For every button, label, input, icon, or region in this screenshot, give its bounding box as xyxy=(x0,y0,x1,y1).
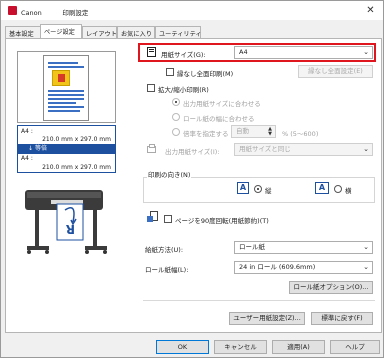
close-icon[interactable]: ✕ xyxy=(364,4,377,17)
preview-paper xyxy=(43,55,89,121)
printer-illustration-icon: R xyxy=(17,178,116,259)
roll-options-button[interactable]: ロール紙オプション(O)... xyxy=(289,281,373,294)
divider xyxy=(143,300,375,301)
landscape-label: 横 xyxy=(345,187,352,195)
printer-app-icon xyxy=(8,6,17,15)
preview-text-line xyxy=(48,66,84,68)
preview-text-line xyxy=(48,90,84,92)
output-size-select[interactable]: 用紙サイズと同じ ⌄ xyxy=(234,143,373,156)
output-size-label: 出力用紙サイズ(I): xyxy=(165,148,220,156)
preview-text-line xyxy=(48,102,76,104)
scaling-label: 拡大/縮小印刷(R) xyxy=(158,86,209,94)
scale-unit-label: % (5～600) xyxy=(282,130,319,138)
roll-width-label: ロール紙幅(L): xyxy=(145,266,189,274)
paper-size-summary: A4 : 210.0 mm x 297.0 mm ↓ 等倍 A4 : 210.0… xyxy=(17,125,116,173)
rotate90-checkbox[interactable] xyxy=(164,215,172,223)
tab-layout[interactable]: レイアウト xyxy=(82,26,117,38)
source-size-name: A4 : xyxy=(21,128,33,135)
roll-width-value: 24 in ロール (609.6mm) xyxy=(239,263,316,271)
cancel-button[interactable]: キャンセル xyxy=(214,340,267,354)
borderless-label: 縁なし全面印刷(M) xyxy=(177,70,234,78)
rotate90-label: ページを90度回転(用紙節約)(T) xyxy=(175,217,269,225)
output-size-name: A4 : xyxy=(21,155,33,162)
tab-favorites[interactable]: お気に入り xyxy=(117,26,155,38)
portrait-label: 縦 xyxy=(265,187,272,195)
print-settings-window: Canon 印刷設定 ✕ 基本設定 ページ設定 レイアウト お気に入り ユーティ… xyxy=(0,0,384,358)
preview-text-line xyxy=(48,98,84,100)
fit-roll-width-radio[interactable] xyxy=(172,113,180,121)
page-size-select[interactable]: A4 ⌄ xyxy=(234,46,373,59)
orientation-legend: 印刷の向き(N) xyxy=(147,169,192,179)
help-button[interactable]: ヘルプ xyxy=(330,340,380,354)
chevron-down-icon: ⌄ xyxy=(363,145,369,153)
fit-output-size-label: 出力用紙サイズに合わせる xyxy=(183,100,261,108)
arrow-down-icon: ↓ xyxy=(28,145,35,152)
output-size-dims: 210.0 mm x 297.0 mm xyxy=(42,164,111,171)
roll-width-select[interactable]: 24 in ロール (609.6mm) ⌄ xyxy=(234,261,373,274)
specify-scale-radio[interactable] xyxy=(172,128,180,136)
borderless-checkbox[interactable] xyxy=(166,68,174,76)
scale-band: ↓ 等倍 xyxy=(18,144,115,154)
specify-scale-label: 倍率を指定する xyxy=(183,130,229,138)
svg-text:R: R xyxy=(66,222,75,236)
preview-image-icon xyxy=(52,70,70,86)
preview-text-line xyxy=(48,106,84,108)
chevron-down-icon: ⌄ xyxy=(363,48,369,56)
source-size-dims: 210.0 mm x 297.0 mm xyxy=(42,136,111,143)
title-bar: Canon 印刷設定 ✕ xyxy=(1,1,383,20)
landscape-icon: A xyxy=(315,182,329,194)
chevron-down-icon: ⌄ xyxy=(363,243,369,251)
tab-basic[interactable]: 基本設定 xyxy=(5,26,41,38)
preview-text-line xyxy=(48,62,78,64)
page-size-icon xyxy=(146,47,158,58)
window-title: Canon 印刷設定 xyxy=(21,9,89,17)
scale-spinner[interactable]: 自動 ▲ ▼ xyxy=(231,125,276,138)
tab-strip: 基本設定 ページ設定 レイアウト お気に入り ユーティリティ xyxy=(5,23,383,38)
portrait-radio[interactable] xyxy=(254,185,262,193)
rotate-page-icon xyxy=(147,211,159,223)
output-paper-icon xyxy=(147,144,158,154)
portrait-icon: A xyxy=(237,182,249,194)
paper-source-label: 給紙方法(U): xyxy=(145,246,184,254)
scale-value: 自動 xyxy=(236,127,249,135)
preview-text-line xyxy=(48,94,84,96)
fit-roll-width-label: ロール紙の幅に合わせる xyxy=(183,115,255,123)
landscape-radio[interactable] xyxy=(334,185,342,193)
apply-button[interactable]: 適用(A) xyxy=(272,340,325,354)
scale-label: 等倍 xyxy=(34,145,47,152)
page-size-label: 用紙サイズ(G): xyxy=(161,51,206,59)
restore-defaults-button[interactable]: 標準に戻す(F) xyxy=(311,312,373,325)
custom-paper-button[interactable]: ユーザー用紙設定(Z)... xyxy=(229,312,305,325)
tab-utility[interactable]: ユーティリティ xyxy=(155,26,202,38)
spin-up-down-icon: ▲ ▼ xyxy=(268,126,272,137)
chevron-down-icon: ⌄ xyxy=(363,263,369,271)
preview-text-line xyxy=(48,110,80,112)
output-size-value: 用紙サイズと同じ xyxy=(239,145,291,153)
scaling-checkbox[interactable] xyxy=(147,84,155,92)
paper-source-value: ロール紙 xyxy=(239,243,265,251)
ok-button[interactable]: OK xyxy=(156,340,209,354)
borderless-settings-button[interactable]: 縁なし全面設定(E) xyxy=(298,65,373,78)
tab-page-setup[interactable]: ページ設定 xyxy=(40,24,82,38)
paper-source-select[interactable]: ロール紙 ⌄ xyxy=(234,241,373,254)
fit-output-size-radio[interactable] xyxy=(172,98,180,106)
page-size-value: A4 xyxy=(239,48,248,56)
